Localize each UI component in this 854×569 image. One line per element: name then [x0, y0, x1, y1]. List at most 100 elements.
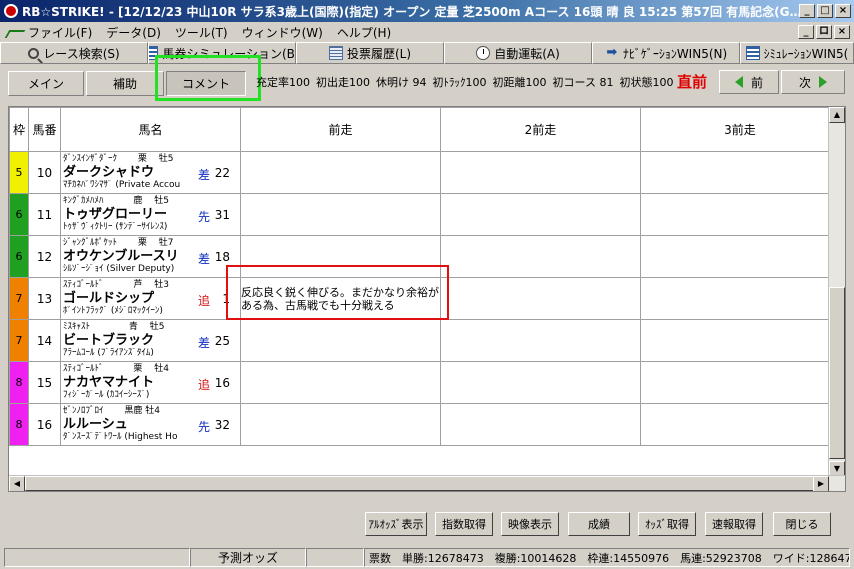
table-row[interactable]: 8 15 ｽﾃｨｺﾞｰﾙﾄﾞ 栗 牡4 ナカヤマナイト ﾌｨｼﾞｰｶﾞｰﾙ (ｶｺｲｰｼ…	[9, 361, 829, 404]
close-window-button[interactable]: 閉じる	[773, 512, 831, 536]
close-button[interactable]: ×	[835, 4, 851, 18]
running-style: 追	[197, 378, 210, 392]
menu-logo-icon	[6, 25, 24, 39]
horse-name[interactable]: ナカヤマナイト	[63, 375, 240, 390]
prev3-cell[interactable]	[640, 235, 829, 278]
header-waku[interactable]: 枠	[9, 107, 29, 152]
sire-sex-age: ﾐｽｷｬｽﾄ 青 牡5	[63, 322, 165, 332]
prev3-cell[interactable]	[640, 319, 829, 362]
sire-sex-age: ｷﾝｸﾞｶﾒﾊﾒﾊ 鹿 牡5	[63, 196, 169, 206]
running-style: 差	[197, 168, 210, 182]
prev1-comment[interactable]	[240, 151, 441, 194]
status-odds-label: 予測オッズ	[190, 548, 306, 567]
navigation-win5-button[interactable]: ➡ ﾅﾋﾞｹﾞｰｼｮﾝWIN5(N)	[592, 42, 740, 64]
table-row[interactable]: 5 10 ﾀﾞﾝｽｲﾝｻﾞﾀﾞｰｸ 栗 牡5 ダークシャドウ ﾏﾁｶﾈﾊﾟﾜｼﾏｻﾞ (…	[9, 151, 829, 194]
rank-number: 31	[214, 208, 230, 222]
menu-tools[interactable]: ツール(T)	[175, 24, 228, 41]
prev-button[interactable]: 前	[719, 70, 779, 94]
menu-window[interactable]: ウィンドウ(W)	[242, 24, 323, 41]
race-search-button[interactable]: レース検索(S)	[0, 42, 148, 64]
maximize-button[interactable]: □	[817, 4, 833, 18]
horse-cell[interactable]: ｾﾞﾝﾉﾛﾌﾞﾛｲ 黒鹿 牡4 ルルーシュ ﾀﾞﾝｽｰｽﾞﾃﾞﾄﾜｰﾙ (Highe…	[60, 403, 241, 446]
table-row[interactable]: 7 14 ﾐｽｷｬｽﾄ 青 牡5 ビートブラック ｱﾗｰﾑｺｰﾙ (ﾌﾞﾗｲｱﾝｽﾞﾀｲ…	[9, 319, 829, 362]
simulation-win5-button[interactable]: ｼﾐｭﾚｰｼｮﾝWIN5(	[740, 42, 854, 64]
stat-item: 初ﾄﾗｯｸ100	[432, 76, 487, 89]
vertical-scrollbar[interactable]: ▲ ▼	[828, 107, 845, 477]
hscroll-thumb[interactable]	[25, 476, 815, 491]
horse-name[interactable]: ルルーシュ	[63, 417, 240, 432]
menu-file[interactable]: ファイル(F)	[28, 24, 92, 41]
horse-cell[interactable]: ﾐｽｷｬｽﾄ 青 牡5 ビートブラック ｱﾗｰﾑｺｰﾙ (ﾌﾞﾗｲｱﾝｽﾞﾀｲﾑ) 差…	[60, 319, 241, 362]
horse-cell[interactable]: ｼﾞｬﾝｸﾞﾙﾎﾟｹｯﾄ 栗 牡7 オウケンブルースリ ｼﾙｿﾞｰｼﾞｮｲ (Sil…	[60, 235, 241, 278]
horse-cell[interactable]: ｽﾃｨｺﾞｰﾙﾄﾞ 芦 牡3 ゴールドシップ ﾎﾟｲﾝﾄﾌﾗｯｸﾞ (ﾒｼﾞﾛﾏｯｸ…	[60, 277, 241, 320]
horse-cell[interactable]: ﾀﾞﾝｽｲﾝｻﾞﾀﾞｰｸ 栗 牡5 ダークシャドウ ﾏﾁｶﾈﾊﾟﾜｼﾏｻﾞ (Pri…	[60, 151, 241, 194]
mdi-close-button[interactable]: ×	[834, 25, 850, 39]
prev1-comment[interactable]	[240, 319, 441, 362]
flash-fetch-button[interactable]: 速報取得	[705, 512, 763, 536]
rank-number: 25	[214, 334, 230, 348]
menu-data[interactable]: データ(D)	[106, 24, 161, 41]
tab-support[interactable]: 補助	[86, 71, 164, 96]
prev2-cell[interactable]	[440, 319, 641, 362]
prev3-cell[interactable]	[640, 151, 829, 194]
prev3-cell[interactable]	[640, 277, 829, 320]
auto-run-button[interactable]: 自動運転(A)	[444, 42, 592, 64]
mdi-minimize-button[interactable]: _	[798, 25, 814, 39]
prev2-cell[interactable]	[440, 151, 641, 194]
prev2-cell[interactable]	[440, 361, 641, 404]
header-umaban[interactable]: 馬番	[28, 107, 61, 152]
bottom-button-bar: ｱﾙｵｯｽﾞ表示 指数取得 映像表示 成績 ｵｯｽﾞ取得 速報取得 閉じる	[0, 512, 854, 538]
index-fetch-button[interactable]: 指数取得	[435, 512, 493, 536]
scroll-right-icon[interactable]: ▶	[813, 476, 829, 491]
tab-main[interactable]: メイン	[8, 71, 84, 96]
horse-name[interactable]: ダークシャドウ	[63, 165, 240, 180]
vote-history-button[interactable]: 投票履歴(L)	[296, 42, 444, 64]
minimize-button[interactable]: _	[799, 4, 815, 18]
horse-cell[interactable]: ｽﾃｨｺﾞｰﾙﾄﾞ 栗 牡4 ナカヤマナイト ﾌｨｼﾞｰｶﾞｰﾙ (ｶｺｲｰｼｰｽﾞ…	[60, 361, 241, 404]
horse-name[interactable]: オウケンブルースリ	[63, 249, 240, 264]
all-odds-button[interactable]: ｱﾙｵｯｽﾞ表示	[365, 512, 427, 536]
header-prev2[interactable]: 2前走	[440, 107, 641, 152]
scroll-up-icon[interactable]: ▲	[829, 107, 845, 123]
table-row[interactable]: 6 11 ｷﾝｸﾞｶﾒﾊﾒﾊ 鹿 牡5 トゥザグローリー ﾄｩｻﾞｳﾞｨｸﾄﾘｰ (ｻﾝ…	[9, 193, 829, 236]
menu-help[interactable]: ヘルプ(H)	[337, 24, 391, 41]
prev3-cell[interactable]	[640, 403, 829, 446]
scroll-thumb[interactable]	[829, 287, 845, 459]
auto-run-label: 自動運転(A)	[494, 46, 560, 61]
dam-line: ｼﾙｿﾞｰｼﾞｮｲ (Silver Deputy)	[63, 264, 175, 274]
prev3-cell[interactable]	[640, 361, 829, 404]
stat-item: 初出走100	[316, 76, 370, 89]
header-prev3[interactable]: 3前走	[640, 107, 829, 152]
prev1-comment[interactable]	[240, 193, 441, 236]
menu-bar: ファイル(F) データ(D) ツール(T) ウィンドウ(W) ヘルプ(H) _ …	[0, 22, 854, 42]
table-row[interactable]: 8 16 ｾﾞﾝﾉﾛﾌﾞﾛｲ 黒鹿 牡4 ルルーシュ ﾀﾞﾝｽｰｽﾞﾃﾞﾄﾜｰﾙ (Hi…	[9, 403, 829, 446]
status-votes: 票数 単勝:12678473 複勝:10014628 枠連:14550976 馬…	[364, 548, 850, 567]
scroll-left-icon[interactable]: ◀	[9, 476, 25, 491]
prev2-cell[interactable]	[440, 277, 641, 320]
header-prev1[interactable]: 前走	[240, 107, 441, 152]
stat-item: 休明け 94	[376, 76, 427, 89]
odds-fetch-button[interactable]: ｵｯｽﾞ取得	[638, 512, 696, 536]
running-style: 差	[197, 336, 210, 350]
next-button[interactable]: 次	[781, 70, 845, 94]
horse-name[interactable]: ビートブラック	[63, 333, 240, 348]
horizontal-scrollbar[interactable]: ◀ ▶	[9, 475, 845, 491]
results-button[interactable]: 成績	[568, 512, 630, 536]
running-style: 差	[197, 252, 210, 266]
horse-name[interactable]: ゴールドシップ	[63, 291, 240, 306]
navigation-win5-label: ﾅﾋﾞｹﾞｰｼｮﾝWIN5(N)	[622, 46, 728, 61]
prev2-cell[interactable]	[440, 403, 641, 446]
document-icon	[328, 46, 343, 60]
prev3-cell[interactable]	[640, 193, 829, 236]
horse-cell[interactable]: ｷﾝｸﾞｶﾒﾊﾒﾊ 鹿 牡5 トゥザグローリー ﾄｩｻﾞｳﾞｨｸﾄﾘｰ (ｻﾝﾃﾞｰ…	[60, 193, 241, 236]
prev1-comment[interactable]	[240, 361, 441, 404]
prev2-cell[interactable]	[440, 193, 641, 236]
horse-name[interactable]: トゥザグローリー	[63, 207, 240, 222]
mdi-restore-button[interactable]: ロ	[816, 25, 832, 39]
prev2-cell[interactable]	[440, 235, 641, 278]
simulation-win5-label: ｼﾐｭﾚｰｼｮﾝWIN5(	[763, 46, 849, 61]
prev1-comment[interactable]	[240, 403, 441, 446]
video-button[interactable]: 映像表示	[501, 512, 559, 536]
waku-cell: 8	[9, 403, 29, 446]
header-name[interactable]: 馬名	[60, 107, 241, 152]
